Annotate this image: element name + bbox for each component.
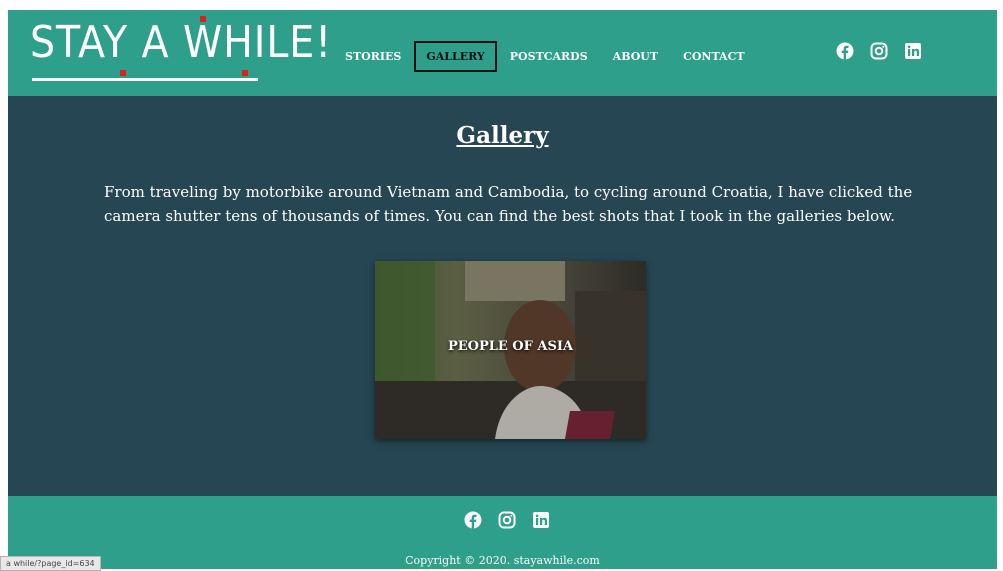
intro-text: From traveling by motorbike around Vietn… (104, 183, 913, 225)
logo-underline (32, 78, 258, 81)
gallery-card-label: PEOPLE OF ASIA (447, 339, 574, 354)
main-content: Gallery From traveling by motorbike arou… (8, 96, 997, 496)
site-logo[interactable]: STAY A WHILE! (30, 14, 331, 90)
logo-text: STAY A WHILE! (30, 17, 332, 68)
site-header: STAY A WHILE! STORIES GALLERY POSTCARDS … (8, 10, 997, 96)
logo-accent-dot (242, 70, 248, 76)
nav-item-contact[interactable]: CONTACT (671, 41, 756, 72)
nav-item-stories[interactable]: STORIES (333, 41, 413, 72)
footer-social-links (464, 511, 566, 529)
nav-item-about[interactable]: ABOUT (601, 41, 670, 72)
copyright-text: Copyright © 2020. stayawhile.com (405, 554, 600, 567)
gallery-card-people-of-asia[interactable]: PEOPLE OF ASIA (375, 261, 646, 439)
page-title: Gallery (456, 122, 549, 149)
logo-accent-dot (200, 16, 206, 22)
site-footer: Copyright © 2020. stayawhile.com (8, 496, 997, 569)
nav-item-postcards[interactable]: POSTCARDS (498, 41, 600, 72)
page: STAY A WHILE! STORIES GALLERY POSTCARDS … (8, 0, 997, 569)
facebook-icon[interactable] (836, 42, 854, 60)
linkedin-icon[interactable] (904, 42, 922, 60)
facebook-icon[interactable] (464, 511, 482, 529)
instagram-icon[interactable] (498, 511, 516, 529)
instagram-icon[interactable] (870, 42, 888, 60)
header-social-links (836, 42, 938, 60)
main-nav: STORIES GALLERY POSTCARDS ABOUT CONTACT (333, 41, 758, 72)
nav-item-gallery[interactable]: GALLERY (414, 41, 497, 72)
linkedin-icon[interactable] (532, 511, 550, 529)
logo-accent-dot (120, 70, 126, 76)
